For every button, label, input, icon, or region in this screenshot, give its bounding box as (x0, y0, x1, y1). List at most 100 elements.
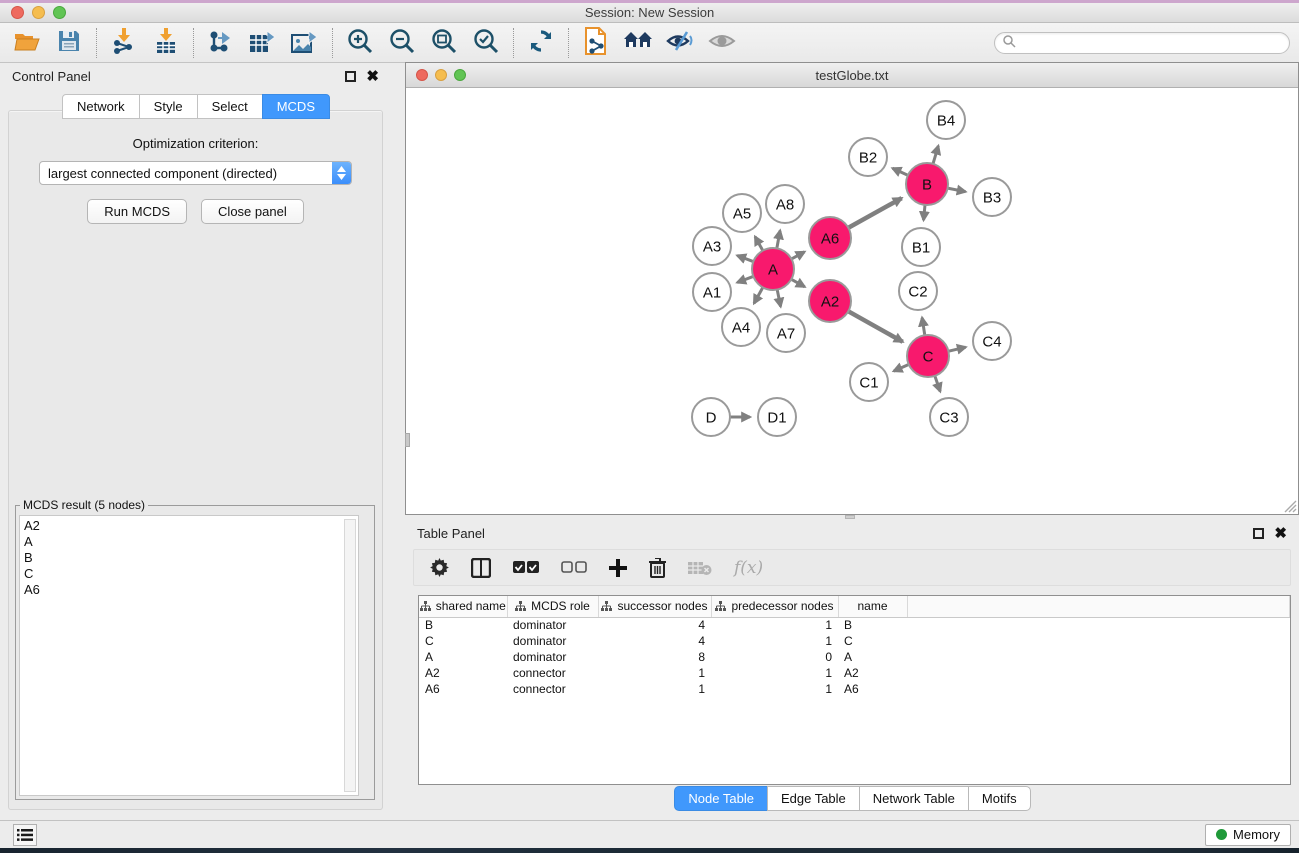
network-canvas[interactable]: A A1 A2 A3 A4 A5 A6 A7 A8 B B1 B2 B3 B4 C C1 C2 C3C4 D D1 (406, 89, 1298, 514)
table-row[interactable]: Bdominator41B (419, 617, 1290, 633)
tab-style[interactable]: Style (139, 94, 198, 119)
result-item[interactable]: A2 (24, 518, 358, 534)
graph-node-A4[interactable]: A4 (722, 308, 760, 346)
control-panel: Control Panel ✖ Network Style Select MCD… (0, 63, 391, 820)
close-panel-button[interactable]: Close panel (201, 199, 304, 224)
memory-button[interactable]: Memory (1205, 824, 1291, 846)
column-selector-button[interactable] (471, 558, 491, 578)
network-graph: A A1 A2 A3 A4 A5 A6 A7 A8 B B1 B2 B3 B4 C C1 C2 C3C4 D D1 (406, 89, 1298, 514)
column-header-shared-name[interactable]: shared name (419, 596, 507, 617)
select-all-button[interactable] (513, 561, 539, 574)
dropdown-stepper-icon[interactable] (332, 162, 351, 184)
graph-node-A8[interactable]: A8 (766, 185, 804, 223)
graph-node-C4[interactable]: C4 (973, 322, 1011, 360)
network-minimize-button[interactable] (435, 69, 447, 81)
table-row[interactable]: A2connector11A2 (419, 665, 1290, 681)
table-row[interactable]: A6connector11A6 (419, 681, 1290, 697)
save-session-button[interactable] (55, 29, 83, 57)
graph-node-D1[interactable]: D1 (758, 398, 796, 436)
table-row[interactable]: Cdominator41C (419, 633, 1290, 649)
close-table-panel-icon[interactable]: ✖ (1274, 528, 1287, 539)
column-header-successor-nodes[interactable]: successor nodes (598, 596, 711, 617)
node-table[interactable]: shared name MCDS role successor nodes pr… (418, 595, 1291, 785)
result-item[interactable]: A6 (24, 582, 358, 598)
svg-text:D1: D1 (767, 409, 786, 426)
result-item[interactable]: C (24, 566, 358, 582)
float-panel-icon[interactable] (345, 71, 356, 82)
column-header-predecessor-nodes[interactable]: predecessor nodes (711, 596, 838, 617)
result-item[interactable]: B (24, 550, 358, 566)
export-image-button[interactable] (291, 29, 319, 57)
graph-node-A1[interactable]: A1 (693, 273, 731, 311)
graph-node-B2[interactable]: B2 (849, 138, 887, 176)
memory-label: Memory (1233, 827, 1280, 842)
column-header-mcds-role[interactable]: MCDS role (507, 596, 598, 617)
table-row[interactable]: Adominator80A (419, 649, 1290, 665)
network-close-button[interactable] (416, 69, 428, 81)
export-network-button[interactable] (207, 29, 235, 57)
search-field[interactable] (994, 32, 1290, 54)
resize-grip-icon[interactable] (1281, 497, 1297, 513)
graph-node-A[interactable]: A (752, 248, 794, 290)
search-input[interactable] (1016, 36, 1289, 50)
open-session-button[interactable] (13, 29, 41, 57)
network-splitter-grip[interactable] (405, 433, 410, 447)
delete-table-button[interactable] (688, 560, 712, 576)
graph-node-A7[interactable]: A7 (767, 314, 805, 352)
refresh-button[interactable] (527, 29, 555, 57)
network-from-file-button[interactable] (582, 29, 610, 57)
graph-node-A2[interactable]: A2 (809, 280, 851, 322)
float-table-panel-icon[interactable] (1253, 528, 1264, 539)
network-window-titlebar[interactable]: testGlobe.txt (406, 63, 1298, 88)
deselect-all-button[interactable] (561, 561, 587, 574)
graph-node-A3[interactable]: A3 (693, 227, 731, 265)
tab-node-table[interactable]: Node Table (674, 786, 768, 811)
zoom-selected-button[interactable] (472, 29, 500, 57)
graph-node-A6[interactable]: A6 (809, 217, 851, 259)
hide-details-button[interactable] (666, 29, 694, 57)
add-column-button[interactable] (609, 559, 627, 577)
graph-node-B[interactable]: B (906, 163, 948, 205)
graph-node-B1[interactable]: B1 (902, 228, 940, 266)
graph-node-A5[interactable]: A5 (723, 194, 761, 232)
network-window-controls[interactable] (416, 69, 466, 81)
svg-text:B4: B4 (937, 112, 955, 129)
function-builder-button[interactable]: f(x) (734, 558, 763, 578)
home-networks-button[interactable] (624, 29, 652, 57)
tab-motifs[interactable]: Motifs (968, 786, 1031, 811)
export-table-button[interactable] (249, 29, 277, 57)
network-zoom-button[interactable] (454, 69, 466, 81)
svg-text:A5: A5 (733, 205, 751, 222)
tab-mcds[interactable]: MCDS (262, 94, 330, 119)
graph-node-C1[interactable]: C1 (850, 363, 888, 401)
graph-node-C2[interactable]: C2 (899, 272, 937, 310)
task-history-button[interactable] (13, 824, 37, 846)
close-panel-icon[interactable]: ✖ (366, 71, 379, 82)
result-scrollbar[interactable] (344, 519, 356, 792)
graph-node-C3[interactable]: C3 (930, 398, 968, 436)
result-item[interactable]: A (24, 534, 358, 550)
delete-column-button[interactable] (649, 558, 666, 578)
show-details-button[interactable] (708, 29, 736, 57)
tab-edge-table[interactable]: Edge Table (767, 786, 860, 811)
import-table-button[interactable] (152, 29, 180, 57)
run-mcds-button[interactable]: Run MCDS (87, 199, 187, 224)
tab-network[interactable]: Network (62, 94, 140, 119)
tab-select[interactable]: Select (197, 94, 263, 119)
graph-node-C[interactable]: C (907, 335, 949, 377)
zoom-in-button[interactable] (346, 29, 374, 57)
graph-node-B4[interactable]: B4 (927, 101, 965, 139)
table-settings-button[interactable] (430, 558, 449, 577)
horizontal-splitter-grip[interactable] (845, 515, 855, 519)
graph-node-D[interactable]: D (692, 398, 730, 436)
import-network-button[interactable] (110, 29, 138, 57)
svg-text:B: B (922, 176, 932, 193)
mcds-result-list[interactable]: A2 A B C A6 (19, 515, 359, 796)
graph-node-B3[interactable]: B3 (973, 178, 1011, 216)
zoom-fit-button[interactable] (430, 29, 458, 57)
svg-text:A: A (768, 261, 778, 278)
tab-network-table[interactable]: Network Table (859, 786, 969, 811)
criterion-dropdown[interactable]: largest connected component (directed) (39, 161, 352, 185)
zoom-out-button[interactable] (388, 29, 416, 57)
column-header-name[interactable]: name (838, 596, 907, 617)
